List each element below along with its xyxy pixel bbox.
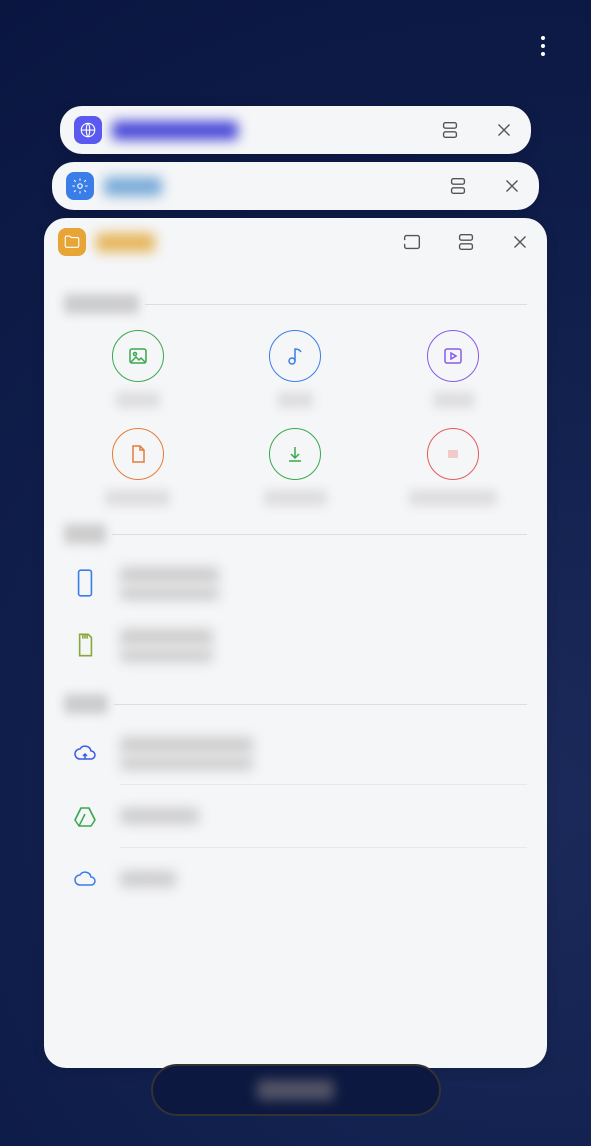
category-images[interactable]: Images [64, 330, 212, 408]
card-header: My Files [44, 218, 547, 266]
storage-title: Internal storage [120, 567, 219, 583]
storage-title: Samsung Cloud Drive [120, 737, 253, 753]
storage-row-onedrive[interactable]: OneDrive [64, 848, 527, 910]
card-title: Settings [104, 177, 162, 196]
split-view-button[interactable] [445, 173, 471, 199]
category-label: Videos [433, 392, 474, 408]
close-card-button[interactable] [507, 229, 533, 255]
myfiles-body: Categories Images Audio Videos [44, 266, 547, 920]
section-label: Cloud [64, 694, 108, 714]
cloud-storage-list: Samsung Cloud Drive 1.20 GB / 15.00 GB G… [64, 722, 527, 910]
close-all-button[interactable]: CLOSE ALL [151, 1064, 441, 1116]
category-downloads[interactable]: Downloads [222, 428, 370, 506]
storage-sub: 10.00 GB / 32.00 GB [120, 587, 219, 600]
popup-view-button[interactable] [399, 229, 425, 255]
onedrive-icon [70, 862, 100, 896]
category-label: Images [116, 392, 160, 408]
recent-app-card-myfiles[interactable]: My Files Categories Images [44, 218, 547, 1068]
split-view-button[interactable] [453, 229, 479, 255]
category-grid: Images Audio Videos Documents Downloads [64, 330, 527, 506]
googledrive-icon [70, 799, 100, 833]
section-header-local: Local [64, 524, 527, 544]
sdcard-icon [70, 628, 100, 662]
documents-icon [112, 428, 164, 480]
recent-app-card-internet[interactable]: Samsung Internet [60, 106, 531, 154]
category-apk[interactable]: Installation files [379, 428, 527, 506]
section-header-cloud: Cloud [64, 694, 527, 714]
samsungcloud-icon [70, 736, 100, 770]
storage-title: OneDrive [120, 871, 176, 887]
category-videos[interactable]: Videos [379, 330, 527, 408]
category-label: Installation files [409, 490, 497, 506]
audio-icon [269, 330, 321, 382]
local-storage-list: Internal storage 10.00 GB / 32.00 GB SD … [64, 552, 527, 676]
section-header-categories: Categories [64, 294, 527, 314]
category-audio[interactable]: Audio [222, 330, 370, 408]
storage-row-samsungcloud[interactable]: Samsung Cloud Drive 1.20 GB / 15.00 GB [64, 722, 527, 784]
apk-icon [427, 428, 479, 480]
images-icon [112, 330, 164, 382]
downloads-icon [269, 428, 321, 480]
more-options-button[interactable] [533, 28, 553, 64]
section-label: Categories [64, 294, 139, 314]
storage-sub: 1.20 GB / 15.00 GB [120, 757, 253, 770]
storage-sub: 4.00 GB / 16.00 GB [120, 649, 213, 662]
close-all-label: CLOSE ALL [257, 1080, 335, 1100]
split-view-button[interactable] [437, 117, 463, 143]
storage-row-internal[interactable]: Internal storage 10.00 GB / 32.00 GB [64, 552, 527, 614]
category-documents[interactable]: Documents [64, 428, 212, 506]
close-card-button[interactable] [491, 117, 517, 143]
card-title: Samsung Internet [112, 121, 238, 140]
storage-row-googledrive[interactable]: Google Drive [64, 785, 527, 847]
videos-icon [427, 330, 479, 382]
myfiles-app-icon [58, 228, 86, 256]
storage-row-sdcard[interactable]: SD card 4.00 GB / 16.00 GB [64, 614, 527, 676]
category-label: Downloads [264, 490, 328, 506]
section-label: Local [64, 524, 106, 544]
phone-icon [70, 566, 100, 600]
storage-title: SD card [120, 629, 213, 645]
recent-app-card-settings[interactable]: Settings [52, 162, 539, 210]
settings-app-icon [66, 172, 94, 200]
internet-app-icon [74, 116, 102, 144]
card-title: My Files [96, 233, 155, 252]
close-card-button[interactable] [499, 173, 525, 199]
category-label: Documents [105, 490, 170, 506]
category-label: Audio [278, 392, 313, 408]
storage-title: Google Drive [120, 808, 199, 824]
